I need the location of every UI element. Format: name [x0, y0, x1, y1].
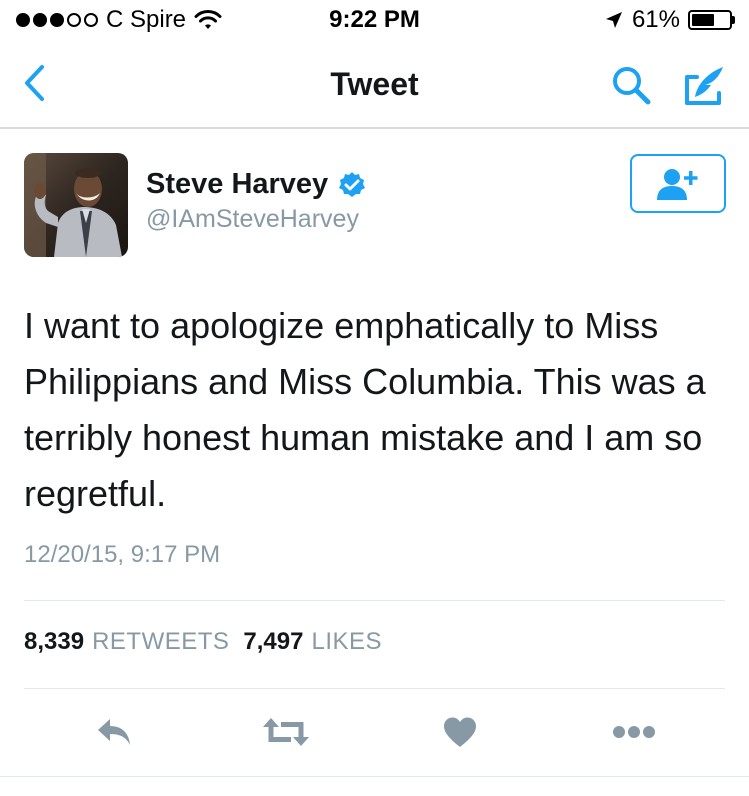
signal-strength-icon — [16, 13, 98, 27]
author-name[interactable]: Steve Harvey — [146, 168, 366, 201]
retweet-icon — [263, 718, 309, 746]
avatar[interactable] — [24, 153, 128, 257]
divider — [24, 600, 725, 601]
search-icon — [613, 67, 651, 105]
more-icon — [613, 726, 655, 738]
retweet-label: RETWEETS — [92, 628, 230, 655]
compose-button[interactable] — [680, 60, 730, 110]
battery-level — [692, 14, 714, 26]
chevron-left-icon — [25, 65, 44, 101]
status-bar: C Spire 9:22 PM 61% — [0, 0, 749, 40]
divider — [24, 688, 725, 689]
like-count: 7,497 — [243, 628, 304, 655]
like-stat[interactable]: 7,497 LIKES — [243, 628, 382, 656]
reply-icon — [98, 719, 130, 745]
search-button[interactable] — [606, 60, 656, 110]
follow-button[interactable] — [630, 154, 726, 213]
author-handle[interactable]: @IAmSteveHarvey — [146, 205, 359, 234]
retweet-count: 8,339 — [24, 628, 85, 655]
carrier-name: C Spire — [106, 6, 187, 33]
profile-photo — [24, 153, 128, 257]
retweet-button[interactable] — [260, 708, 312, 756]
location-arrow-icon — [605, 12, 622, 28]
divider — [0, 776, 749, 777]
wifi-icon — [194, 10, 222, 29]
compose-icon — [685, 67, 723, 105]
author-name-text: Steve Harvey — [146, 168, 329, 200]
like-label: LIKES — [311, 628, 383, 655]
reply-button[interactable] — [88, 708, 140, 756]
verified-badge-icon — [339, 171, 366, 197]
tweet-stats: 8,339 RETWEETS 7,497 LIKES — [24, 628, 382, 656]
tweet-timestamp: 12/20/15, 9:17 PM — [24, 541, 221, 568]
like-button[interactable] — [434, 708, 486, 756]
status-bar-right: 61% — [604, 6, 735, 34]
tweet-text: I want to apologize emphatically to Miss… — [24, 305, 706, 514]
battery-percent: 61% — [631, 6, 680, 33]
nav-bar: Tweet — [0, 40, 749, 129]
back-button[interactable] — [14, 60, 54, 106]
retweet-stat[interactable]: 8,339 RETWEETS — [24, 628, 229, 656]
battery-icon — [688, 10, 735, 30]
action-bar — [0, 708, 749, 758]
status-bar-left: C Spire — [16, 6, 222, 34]
heart-icon — [444, 717, 476, 747]
add-user-icon — [657, 168, 698, 200]
more-options-button[interactable] — [608, 708, 660, 756]
